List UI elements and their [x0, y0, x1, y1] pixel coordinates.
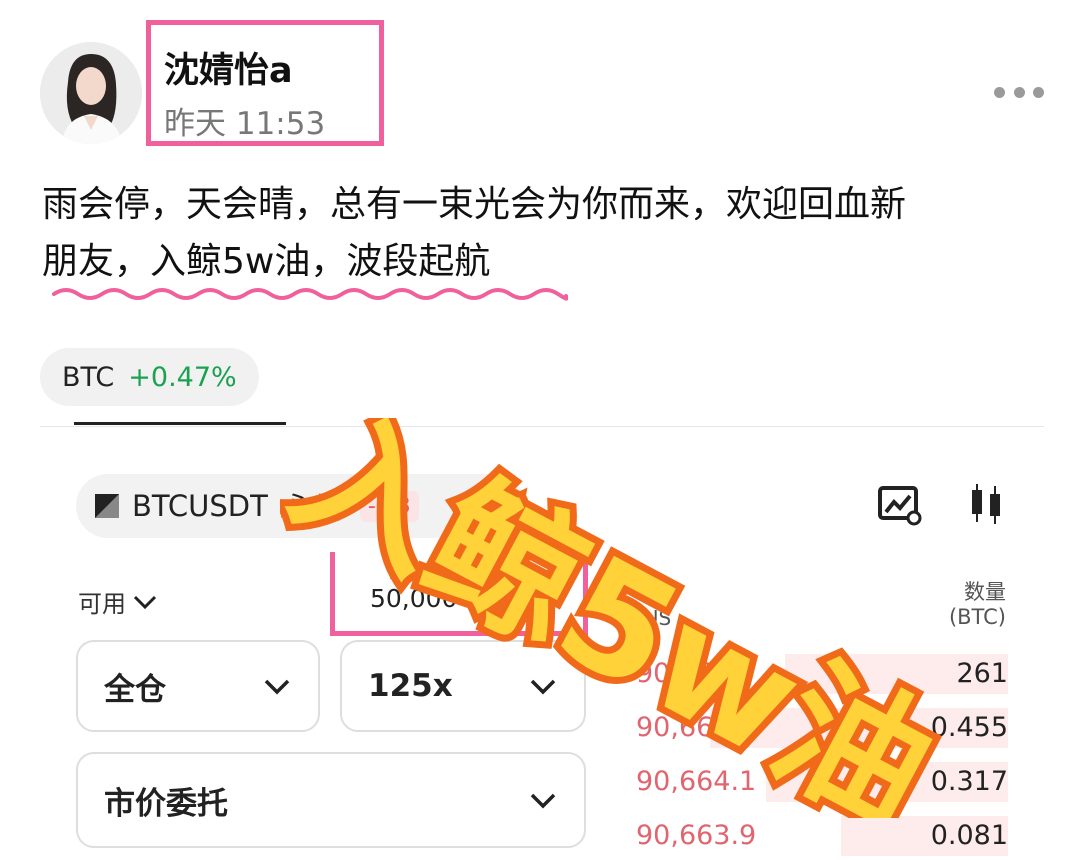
- symbol-selector[interactable]: BTCUSDT 永续 -5.3: [76, 474, 526, 538]
- ask-price: 90,664.(: [636, 658, 750, 689]
- available-amount[interactable]: 50,000 USDT: [370, 584, 564, 613]
- symbol-change-badge: -5.3: [359, 490, 419, 522]
- author-name[interactable]: 沈婧怡a: [164, 42, 293, 93]
- ticker-change: +0.47%: [128, 361, 237, 393]
- ticker-chip[interactable]: BTC +0.47%: [40, 348, 259, 406]
- chevron-down-icon: [530, 679, 556, 695]
- order-type-value: 市价委托: [104, 785, 228, 822]
- post-text: 雨会停，天会晴，总有一束光会为你而来，欢迎回血新 朋友，入鲸5w油，波段起航: [42, 176, 1052, 290]
- available-label: 可用: [78, 590, 126, 618]
- margin-mode-value: 全仓: [104, 671, 166, 708]
- chevron-down-icon: [133, 595, 157, 609]
- leverage-value: 125x: [368, 668, 453, 704]
- chevron-down-icon: [264, 679, 290, 695]
- chevron-down-icon: [530, 793, 556, 809]
- qty-header-line-2: (BTC): [948, 605, 1006, 629]
- order-type-dropdown[interactable]: 市价委托: [76, 752, 586, 848]
- candlestick-icon[interactable]: [968, 482, 1004, 526]
- ask-qty: 0.317: [930, 766, 1008, 797]
- post-text-line-2: 朋友，入鲸5w油，波段起航: [42, 241, 491, 282]
- orderbook-qty-header: 数量 (BTC): [949, 580, 1006, 630]
- tab-underline: [74, 422, 286, 425]
- squiggle-underline: [52, 288, 568, 301]
- ask-price: 90,664.1: [636, 766, 757, 797]
- orderbook-row[interactable]: 90,664.( 261: [636, 650, 1008, 698]
- ask-qty: 261: [956, 658, 1008, 689]
- leverage-dropdown[interactable]: 125x: [340, 640, 586, 732]
- post-time: 昨天 11:53: [164, 106, 326, 142]
- ticker-symbol: BTC: [62, 361, 115, 393]
- available-selector[interactable]: 可用: [78, 584, 158, 619]
- orderbook-price-header: (US: [636, 606, 672, 630]
- avatar-image: [40, 42, 142, 144]
- orderbook-row[interactable]: 90,663.9 0.081: [636, 812, 1008, 860]
- ask-price: 90,664.3: [636, 712, 757, 743]
- symbol-name: BTCUSDT: [132, 489, 268, 523]
- symbol-icon: [95, 494, 119, 518]
- author-avatar[interactable]: [40, 42, 142, 144]
- margin-mode-dropdown[interactable]: 全仓: [76, 640, 320, 732]
- embedded-image[interactable]: BTCUSDT 永续 -5.3 可用 50,000 USDT 全仓 125x 市…: [40, 418, 1044, 860]
- contract-type: 永续: [283, 491, 342, 525]
- amount-text: 50,000 USDT: [370, 584, 535, 613]
- divider: [40, 426, 1044, 427]
- post-text-line-1: 雨会停，天会晴，总有一束光会为你而来，欢迎回血新: [42, 184, 907, 225]
- more-dots-icon[interactable]: [994, 82, 1044, 102]
- ask-price: 90,663.9: [636, 820, 757, 851]
- ask-qty: 0.455: [930, 712, 1008, 743]
- ask-qty: 0.081: [930, 820, 1008, 851]
- swap-icon[interactable]: [538, 586, 564, 612]
- chart-settings-icon[interactable]: [878, 486, 922, 526]
- orderbook-row[interactable]: 90,664.1 0.317: [636, 758, 1008, 806]
- qty-header-line-1: 数量: [964, 580, 1006, 604]
- orderbook-row[interactable]: 90,664.3 0.455: [636, 704, 1008, 752]
